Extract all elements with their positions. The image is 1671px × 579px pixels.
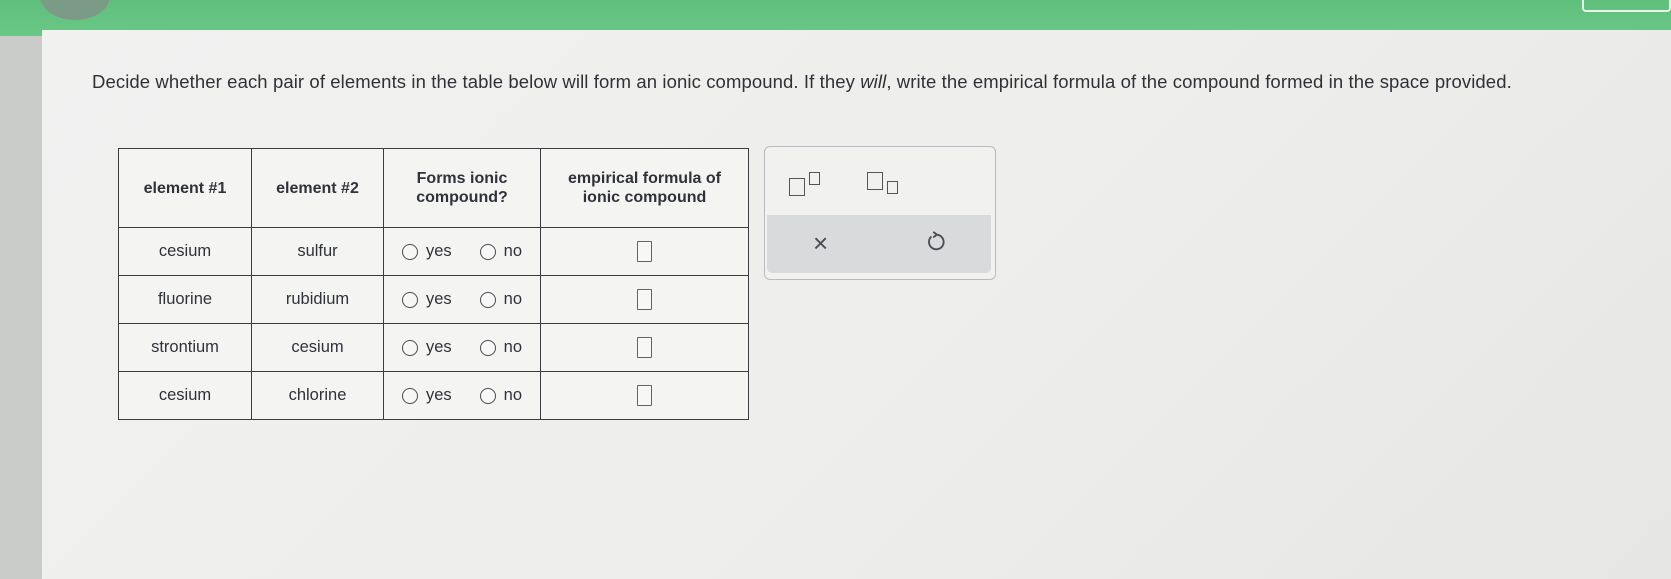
radio-circle-icon[interactable] [401,387,418,404]
superscript-icon[interactable] [789,172,829,196]
element-1-cell: strontium [118,323,252,372]
question-page: Decide whether each pair of elements in … [42,30,1671,579]
formula-answer-input[interactable] [637,385,652,406]
avatar[interactable] [40,0,110,20]
element-2-cell: sulfur [251,227,384,276]
yes-no-radio-group: yes no [385,290,539,309]
question-text-part2: , write the empirical formula of the com… [886,71,1512,92]
yes-label: yes [425,242,452,260]
subscript-index-box [887,181,898,194]
formula-answer-input[interactable] [637,241,652,262]
table-row: cesium sulfur yes no [118,227,749,276]
no-radio[interactable]: no [479,386,523,405]
question-text: Decide whether each pair of elements in … [92,70,1652,94]
no-label: no [503,386,523,404]
no-radio[interactable]: no [479,290,523,309]
question-text-part1: Decide whether each pair of elements in … [92,71,861,92]
undo-icon[interactable] [925,231,947,253]
forms-ionic-header-text: Forms ionic compound? [416,170,508,206]
superscript-exponent-box [809,172,820,185]
radio-circle-icon[interactable] [401,291,418,308]
formula-answer-input[interactable] [637,337,652,358]
no-label: no [503,290,523,308]
radio-circle-icon[interactable] [401,243,418,260]
no-label: no [503,338,523,356]
table-header-row: element #1 element #2 Forms ionic compou… [118,148,749,228]
question-text-emphasis: will [860,71,887,92]
column-header-element-2: element #2 [251,148,384,228]
toolbox-action-bar: × [767,215,991,273]
no-radio[interactable]: no [479,338,523,357]
no-radio[interactable]: no [479,242,523,261]
element-1-cell: cesium [118,227,252,276]
element-1-cell: fluorine [118,275,252,324]
empirical-formula-header-text: empirical formula of ionic compound [568,170,721,206]
formula-toolbox: × [764,146,996,280]
yes-radio[interactable]: yes [401,290,452,309]
yes-radio[interactable]: yes [401,386,452,405]
element-2-cell: cesium [251,323,384,372]
element-1-cell: cesium [118,371,252,420]
empirical-formula-cell [540,371,749,420]
yes-radio[interactable]: yes [401,338,452,357]
yes-no-radio-group: yes no [385,338,539,357]
yes-no-radio-group: yes no [385,386,539,405]
table-row: cesium chlorine yes no [118,371,749,420]
empirical-formula-cell [540,323,749,372]
close-icon[interactable]: × [813,229,828,257]
column-header-forms-ionic: Forms ionic compound? [383,148,541,228]
column-header-empirical-formula: empirical formula of ionic compound [540,148,749,228]
radio-circle-icon[interactable] [479,291,496,308]
radio-circle-icon[interactable] [479,339,496,356]
empirical-formula-cell [540,227,749,276]
yes-no-radio-group: yes no [385,242,539,261]
ionic-compound-table: element #1 element #2 Forms ionic compou… [118,148,749,420]
superscript-base-box [789,178,805,196]
yes-label: yes [425,290,452,308]
forms-ionic-cell: yes no [383,323,541,372]
subscript-icon[interactable] [867,172,907,196]
formula-answer-input[interactable] [637,289,652,310]
forms-ionic-cell: yes no [383,371,541,420]
forms-ionic-cell: yes no [383,227,541,276]
table-row: fluorine rubidium yes no [118,275,749,324]
radio-circle-icon[interactable] [479,387,496,404]
yes-label: yes [425,338,452,356]
no-label: no [503,242,523,260]
element-2-cell: rubidium [251,275,384,324]
menu-button[interactable] [1582,0,1671,12]
radio-circle-icon[interactable] [479,243,496,260]
empirical-formula-cell [540,275,749,324]
radio-circle-icon[interactable] [401,339,418,356]
yes-label: yes [425,386,452,404]
subscript-base-box [867,172,883,190]
column-header-element-1: element #1 [118,148,252,228]
element-2-cell: chlorine [251,371,384,420]
forms-ionic-cell: yes no [383,275,541,324]
table-row: strontium cesium yes no [118,323,749,372]
yes-radio[interactable]: yes [401,242,452,261]
